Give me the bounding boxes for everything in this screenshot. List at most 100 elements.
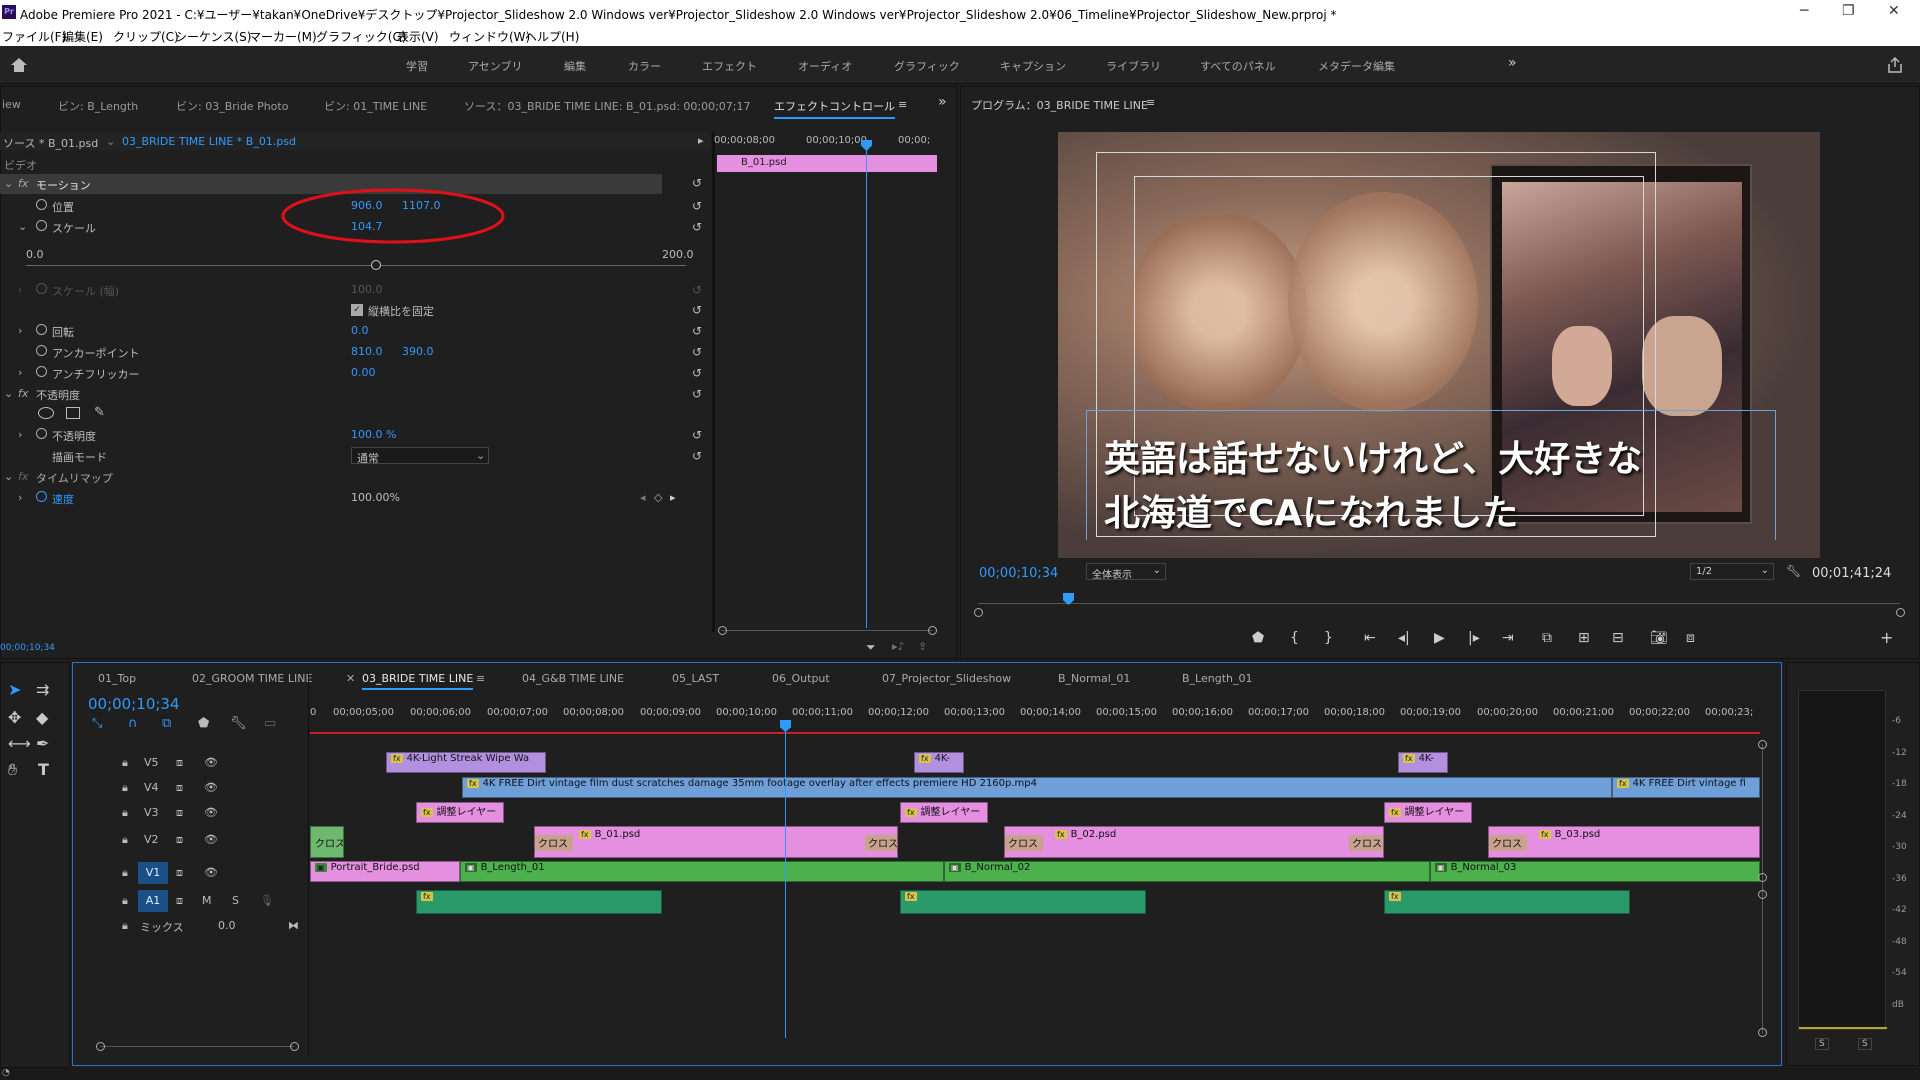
workspace-metadata[interactable]: メタデータ編集 [1318,58,1395,74]
track-label[interactable]: V2 [144,833,159,846]
selection-tool-icon[interactable]: ➤ [8,680,21,699]
reset-icon[interactable]: ↺ [692,324,702,338]
go-to-in-icon[interactable]: ⇤ [1364,630,1376,646]
collapse-icon[interactable]: ⌄ [4,177,13,190]
go-to-out-icon[interactable]: ⇥ [1502,630,1514,646]
caption-line-1[interactable]: 英語は話せないけれど、大好きな [1104,430,1642,482]
antiflicker-value[interactable]: 0.00 [351,366,376,379]
slip-tool-icon[interactable]: ⟷ [8,734,31,753]
more-workspaces-icon[interactable]: » [1508,55,1517,71]
stopwatch-icon[interactable] [36,345,47,359]
reset-icon[interactable]: ↺ [692,303,702,317]
audio-clip-a1[interactable]: fx [416,890,662,914]
zoom-handle[interactable] [96,1042,105,1051]
eye-icon[interactable]: 👁︎ [204,833,218,846]
scroll-handle[interactable] [1758,1028,1767,1037]
sync-lock-icon[interactable]: ⧈ [176,756,183,770]
scroll-handle[interactable] [1758,873,1767,882]
opacity-section-row[interactable]: ⌄ fx 不透明度 ↺ [0,384,710,404]
timeline-tab[interactable]: B_Length_01 [1182,672,1253,685]
reset-icon[interactable]: ↺ [692,176,702,190]
nest-icon[interactable]: ⤡ [92,716,102,731]
close-tab-icon[interactable]: ✕ [346,672,355,685]
clip-v1[interactable]: ▣ B_Length_01 [460,861,944,882]
workspace-captions[interactable]: キャプション [1000,58,1066,74]
track-label[interactable]: V3 [144,806,159,819]
panel-menu-icon[interactable]: ≡ [1146,96,1155,109]
clip-v3[interactable]: fx 調整レイヤー [1384,802,1472,823]
workspace-learning[interactable]: 学習 [406,58,428,74]
clip-v1[interactable]: ▣ B_Normal_03 [1430,861,1760,882]
expand-icon[interactable]: › [18,366,22,379]
play-only-audio-icon[interactable]: ▸ [698,134,704,147]
mark-in-icon[interactable]: { [1290,630,1299,646]
timeline-tab[interactable]: 05_LAST [672,672,719,685]
reset-icon[interactable]: ↺ [692,345,702,359]
transition-cross[interactable]: クロス [865,835,897,851]
export-frame-icon[interactable]: ⇪ [918,640,927,653]
collapse-icon[interactable]: ⌄ [18,220,27,233]
type-tool-icon[interactable]: T [38,760,49,779]
add-marker-icon[interactable]: ⬟ [198,716,209,731]
clip-v1[interactable]: ▣ B_Normal_02 [944,861,1430,882]
menu-graphics[interactable]: グラフィック(G) [316,28,406,45]
workspace-assembly[interactable]: アセンブリ [468,58,522,74]
track-label-active[interactable]: V1 [138,862,168,884]
track-label[interactable]: V4 [144,781,159,794]
stopwatch-icon[interactable] [36,199,47,213]
sync-lock-icon[interactable]: ⧈ [176,781,183,795]
solo-button[interactable]: S [1815,1038,1829,1050]
overwrite-icon[interactable]: ⊞ [1578,630,1590,646]
lock-icon[interactable]: 🔒︎ [122,894,128,908]
pen-mask-icon[interactable]: ✎ [94,405,105,420]
sync-lock-icon[interactable]: ⧈ [176,866,183,880]
track-select-tool-icon[interactable]: ⇉ [36,680,49,699]
fit-select[interactable]: 全体表示 ⌄ [1086,563,1166,581]
razor-tool-icon[interactable]: ◆ [36,708,48,727]
eye-icon[interactable]: 👁︎ [204,781,218,794]
expand-icon[interactable]: › [18,491,22,504]
eye-icon[interactable]: 👁︎ [204,866,218,879]
clip-v4[interactable]: fx 4K FREE Dirt vintage film dust scratch… [462,777,1612,798]
mini-playhead[interactable] [866,140,867,628]
ripple-edit-tool-icon[interactable]: ✥ [8,708,21,727]
stopwatch-icon[interactable] [36,428,47,442]
more-tabs-icon[interactable]: » [938,94,947,110]
anchor-y-value[interactable]: 390.0 [402,345,434,358]
zoom-handle[interactable] [290,1042,299,1051]
next-keyframe-icon[interactable]: ▸ [670,491,676,504]
menu-edit[interactable]: 編集(E) [62,28,103,45]
add-button-icon[interactable]: + [1880,628,1893,647]
ellipse-mask-icon[interactable] [38,407,54,419]
audio-clip-a1[interactable]: fx [900,890,1146,914]
clip-v2[interactable]: クロス fx B_02.psd クロス [1004,826,1384,858]
panel-menu-icon[interactable]: ≡ [476,672,485,685]
reset-icon[interactable]: ↺ [692,387,702,401]
mini-zoom-bar[interactable] [722,630,932,631]
share-icon[interactable] [1886,56,1904,74]
tab-bin-b-length[interactable]: ビン: B_Length [58,98,138,114]
clip-v2[interactable]: クロス fx B_01.psd クロス [534,826,898,858]
stopwatch-icon[interactable] [36,324,47,338]
fx-icon[interactable]: fx [18,177,28,190]
workspace-editing[interactable]: 編集 [564,58,586,74]
transition-cross[interactable]: クロス [1489,835,1527,851]
timeline-tab[interactable]: 06_Output [772,672,830,685]
mix-value[interactable]: 0.0 [218,919,236,932]
rectangle-mask-icon[interactable] [66,407,80,419]
collapse-icon[interactable]: ⌄ [4,470,13,483]
stopwatch-icon[interactable] [36,491,47,505]
prev-keyframe-icon[interactable]: ◂ [640,491,646,504]
zoom-handle[interactable] [718,626,727,635]
lock-icon[interactable]: 🔒︎ [122,833,128,847]
effect-controls-timecode[interactable]: 00;00;10;34 [0,643,55,653]
timeline-tab-active[interactable]: 03_BRIDE TIME LINE [362,672,474,690]
timeline-tab[interactable]: 07_Projector_Slideshow [882,672,1011,685]
zoom-handle[interactable] [1896,608,1905,617]
caption-line-2[interactable]: 北海道でCAになれました [1104,484,1518,536]
sync-lock-icon[interactable]: ⧈ [176,894,183,908]
pen-tool-icon[interactable]: ✒ [36,734,49,753]
transition-cross[interactable]: クロス [535,835,573,851]
opacity-value[interactable]: 100.0 % [351,428,396,441]
linked-selection-icon[interactable]: ⧉ [162,716,171,731]
